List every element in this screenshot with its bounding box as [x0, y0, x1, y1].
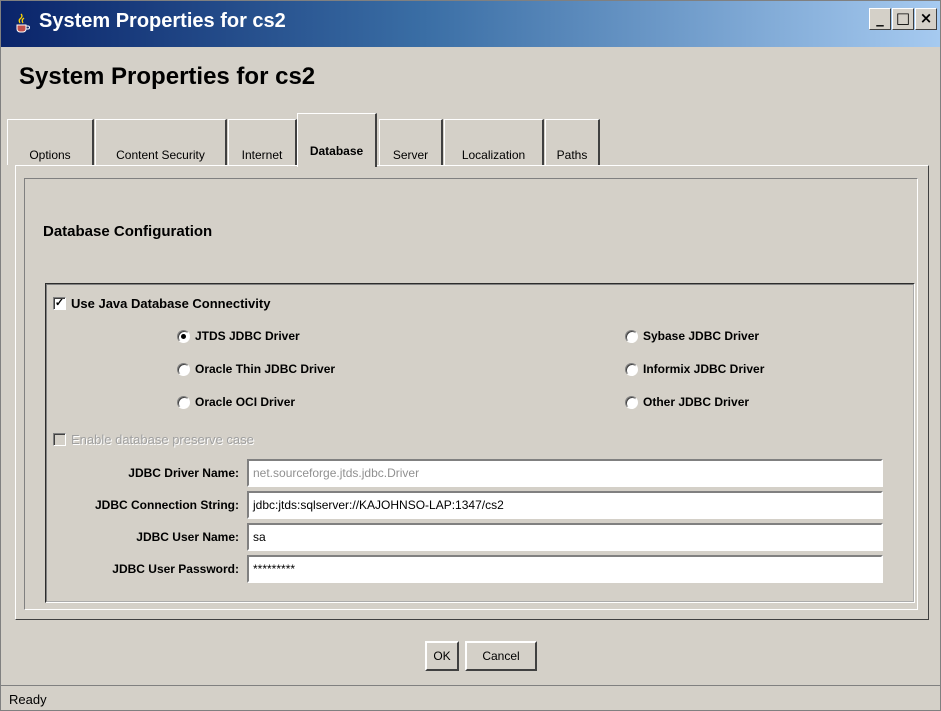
radio-jtds-jdbc-driver[interactable] — [177, 330, 190, 343]
title-bar[interactable]: System Properties for cs2 _ □ × — [1, 1, 940, 47]
driver-name-label: JDBC Driver Name: — [128, 466, 239, 480]
user-name-field[interactable]: sa — [247, 523, 883, 551]
user-name-label: JDBC User Name: — [136, 530, 239, 544]
tab-options[interactable]: Options — [7, 119, 94, 165]
section-title: Database Configuration — [43, 223, 213, 240]
database-tab-panel: Database Configuration ✓ Use Java Databa… — [15, 165, 929, 620]
radio-sybase-driver[interactable] — [625, 330, 638, 343]
use-jdbc-checkbox[interactable]: ✓ — [53, 297, 66, 310]
connection-string-label: JDBC Connection String: — [95, 498, 239, 512]
tab-paths[interactable]: Paths — [545, 119, 600, 165]
java-coffee-icon — [16, 13, 30, 33]
ok-button[interactable]: OK — [425, 641, 459, 671]
window-title: System Properties for cs2 — [39, 10, 286, 32]
driver-name-field[interactable]: net.sourceforge.jtds.jdbc.Driver — [247, 459, 883, 487]
preserve-case-checkbox[interactable] — [53, 433, 66, 446]
status-bar: Ready — [1, 685, 940, 710]
radio-other-label: Other JDBC Driver — [643, 395, 750, 409]
page-title: System Properties for cs2 — [19, 63, 316, 90]
radio-oracle-oci-label: Oracle OCI Driver — [195, 395, 296, 409]
radio-informix-driver[interactable] — [625, 363, 638, 376]
close-button[interactable]: × — [915, 8, 937, 30]
jdbc-group: ✓ Use Java Database Connectivity JTDS JD… — [45, 283, 915, 603]
cancel-button[interactable]: Cancel — [465, 641, 537, 671]
use-jdbc-label: Use Java Database Connectivity — [71, 296, 271, 311]
radio-jtds-label: JTDS JDBC Driver — [195, 329, 300, 343]
radio-oracle-oci-driver[interactable] — [177, 396, 190, 409]
radio-oracle-thin-driver[interactable] — [177, 363, 190, 376]
tab-localization[interactable]: Localization — [444, 119, 544, 165]
database-config-panel: Database Configuration ✓ Use Java Databa… — [24, 178, 918, 610]
preserve-case-label: Enable database preserve case — [71, 432, 254, 447]
tab-server[interactable]: Server — [379, 119, 443, 165]
user-password-label: JDBC User Password: — [112, 562, 239, 576]
minimize-button[interactable]: _ — [869, 8, 891, 30]
radio-informix-label: Informix JDBC Driver — [643, 362, 765, 376]
radio-oracle-thin-label: Oracle Thin JDBC Driver — [195, 362, 336, 376]
tab-content-security[interactable]: Content Security — [95, 119, 227, 165]
status-text: Ready — [9, 692, 47, 707]
maximize-button[interactable]: □ — [892, 8, 914, 30]
tab-internet[interactable]: Internet — [228, 119, 297, 165]
user-password-field[interactable]: ********* — [247, 555, 883, 583]
tab-database[interactable]: Database — [297, 113, 377, 167]
connection-string-field[interactable]: jdbc:jtds:sqlserver://KAJOHNSO-LAP:1347/… — [247, 491, 883, 519]
radio-other-driver[interactable] — [625, 396, 638, 409]
system-properties-window: System Properties for cs2 _ □ × System P… — [0, 0, 941, 711]
radio-sybase-label: Sybase JDBC Driver — [643, 329, 760, 343]
